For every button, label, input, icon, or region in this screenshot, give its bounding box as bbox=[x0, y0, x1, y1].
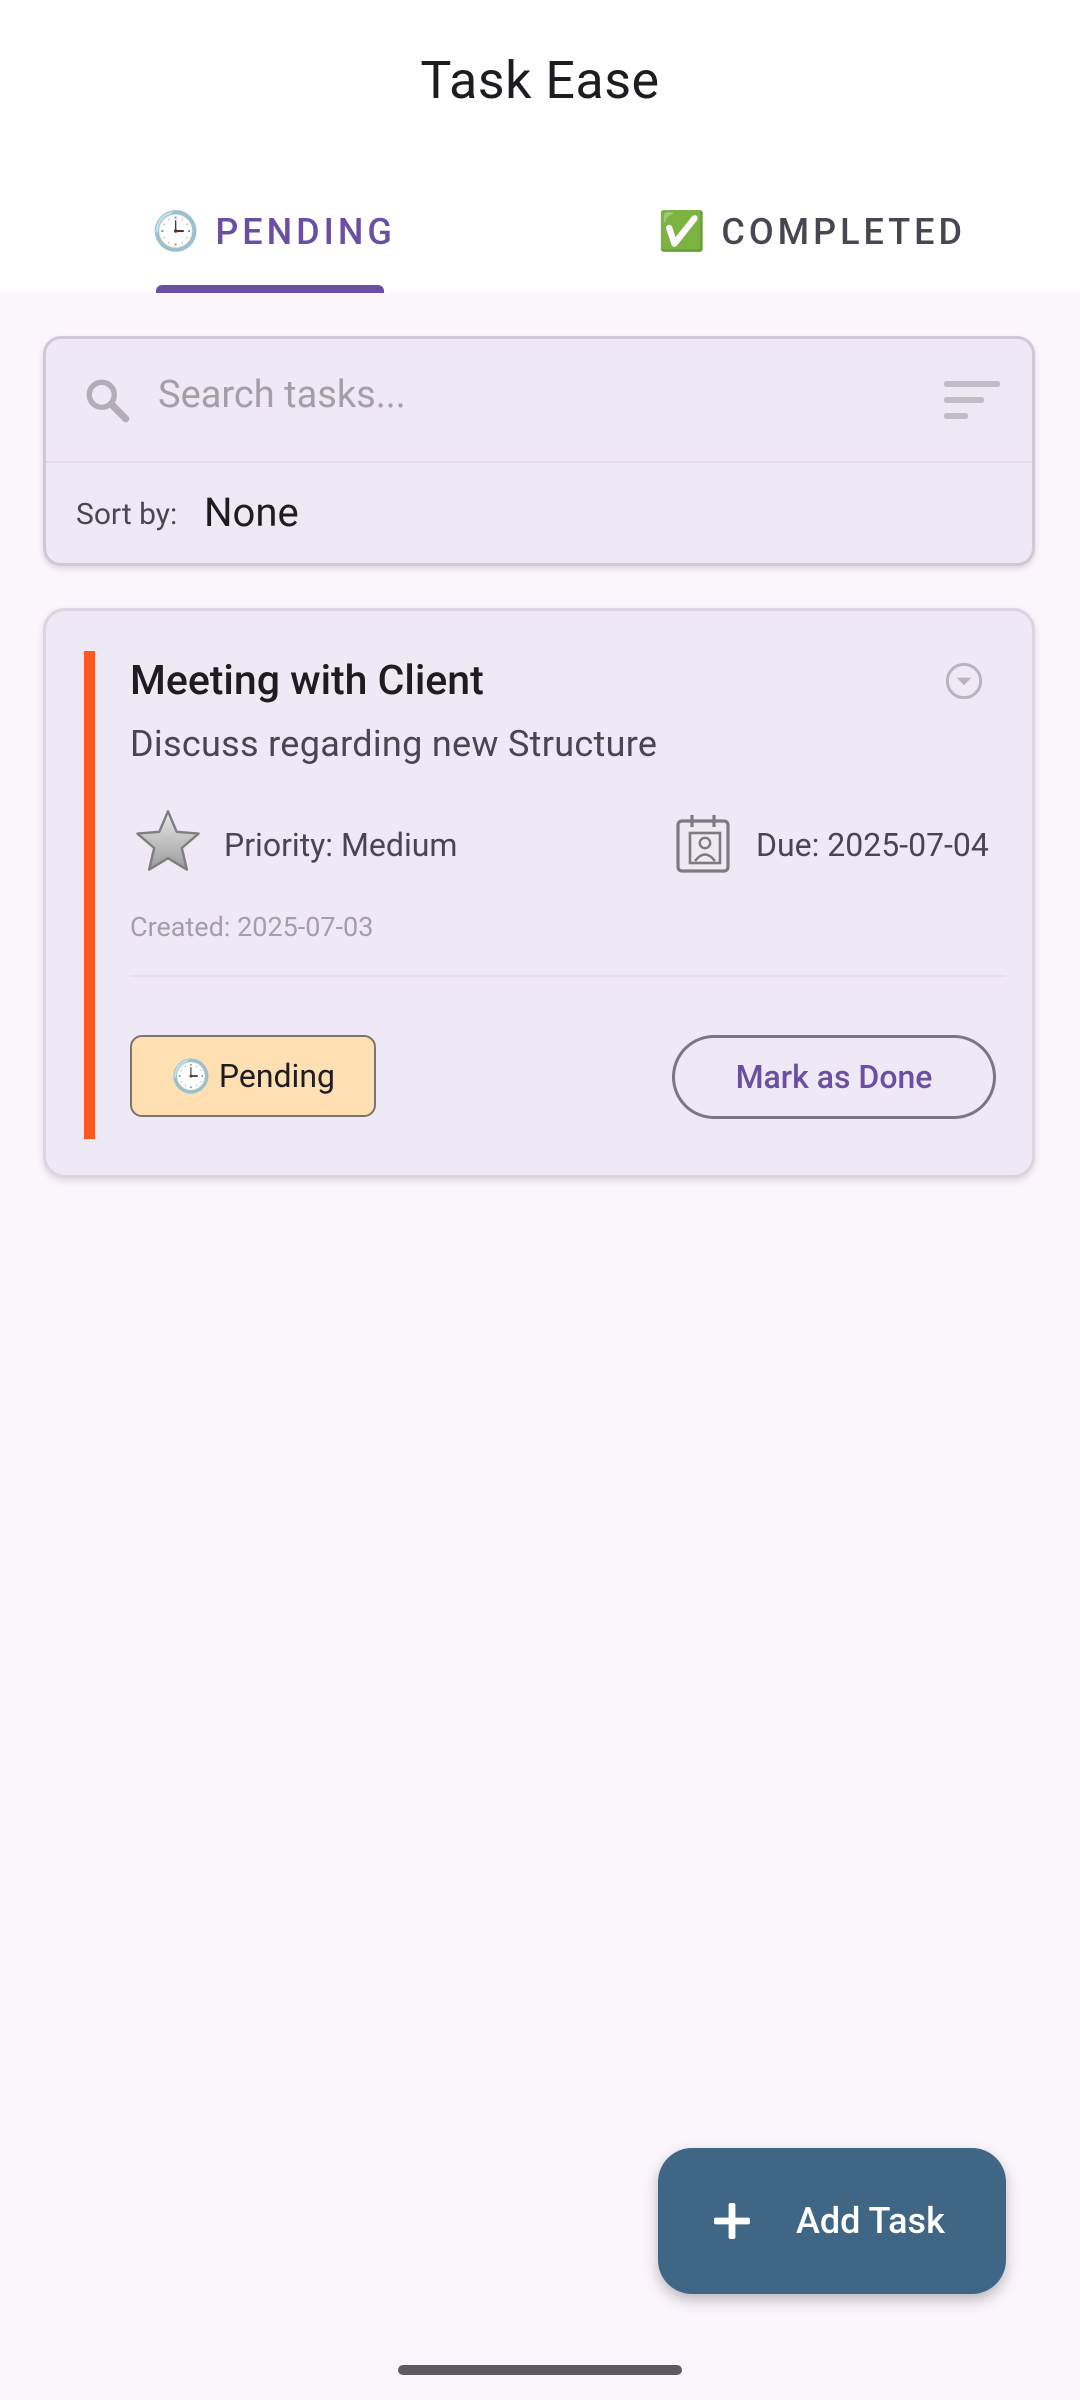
clock-icon: 🕒 bbox=[152, 210, 200, 254]
card-divider bbox=[130, 975, 1006, 977]
tab-completed-label: COMPLETED bbox=[721, 211, 966, 253]
clock-icon: 🕒 bbox=[171, 1057, 211, 1095]
search-placeholder: Search tasks... bbox=[158, 373, 406, 417]
app-title: Task Ease bbox=[420, 50, 660, 111]
plus-icon bbox=[714, 2203, 750, 2239]
app-screen: Task Ease 🕒 PENDING ✅ COMPLETED Search t… bbox=[0, 0, 1080, 2400]
search-icon bbox=[86, 379, 130, 423]
task-description: Discuss regarding new Structure bbox=[130, 723, 658, 765]
tab-pending[interactable]: 🕒 PENDING bbox=[152, 205, 396, 259]
app-header: Task Ease 🕒 PENDING ✅ COMPLETED bbox=[0, 0, 1080, 293]
task-card[interactable]: Meeting with Client Discuss regarding ne… bbox=[43, 608, 1035, 1178]
status-badge: 🕒 Pending bbox=[130, 1035, 376, 1117]
task-due-date: Due: 2025-07-04 bbox=[756, 826, 989, 864]
tab-indicator bbox=[156, 285, 384, 293]
search-input[interactable]: Search tasks... bbox=[46, 339, 1032, 463]
sort-dropdown[interactable]: None bbox=[204, 489, 299, 536]
priority-accent-bar bbox=[84, 651, 95, 1139]
mark-done-button[interactable]: Mark as Done bbox=[672, 1035, 996, 1119]
tab-pending-label: PENDING bbox=[215, 211, 396, 253]
filter-icon[interactable] bbox=[944, 381, 1000, 421]
sort-label: Sort by: bbox=[76, 497, 178, 532]
task-created-date: Created: 2025-07-03 bbox=[130, 911, 374, 943]
gesture-nav-handle[interactable] bbox=[398, 2365, 682, 2375]
expand-icon[interactable] bbox=[944, 661, 984, 701]
status-label: Pending bbox=[218, 1057, 335, 1095]
search-card: Search tasks... Sort by: None bbox=[43, 336, 1035, 566]
tab-completed[interactable]: ✅ COMPLETED bbox=[658, 205, 966, 259]
task-priority: Priority: Medium bbox=[224, 826, 458, 864]
add-task-label: Add Task bbox=[796, 2200, 945, 2242]
task-title: Meeting with Client bbox=[130, 657, 484, 705]
calendar-icon bbox=[676, 815, 730, 873]
star-icon bbox=[136, 810, 200, 871]
check-icon: ✅ bbox=[658, 210, 706, 254]
add-task-button[interactable]: Add Task bbox=[658, 2148, 1006, 2294]
